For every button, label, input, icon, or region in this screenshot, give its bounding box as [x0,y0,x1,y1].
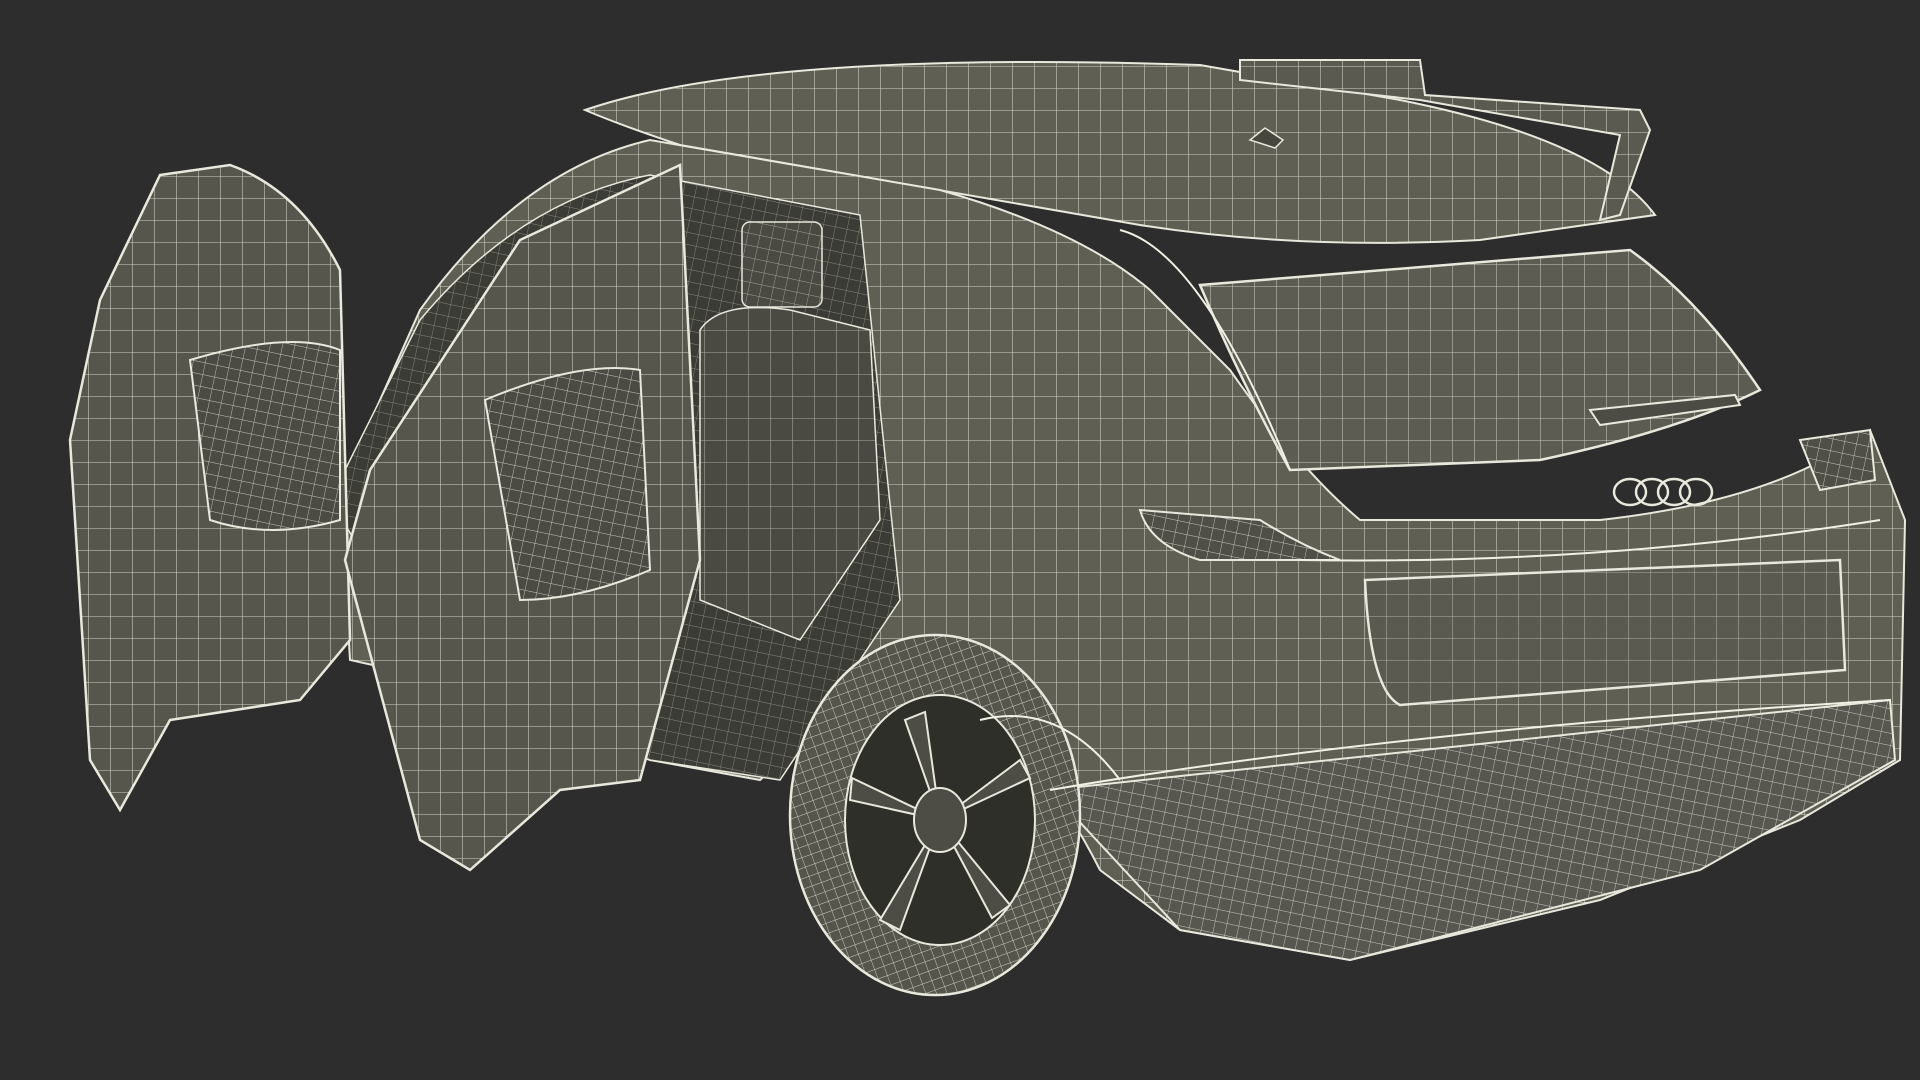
rear-window [1198,248,1762,472]
rear-wheel [788,633,1082,997]
car-wireframe-render [68,59,1907,997]
wheel-hub [913,787,967,853]
viewport-3d[interactable] [0,0,1920,1080]
brand-rings-logo [1612,477,1714,507]
rear-door-open [343,163,702,872]
front-door-open [68,163,352,813]
